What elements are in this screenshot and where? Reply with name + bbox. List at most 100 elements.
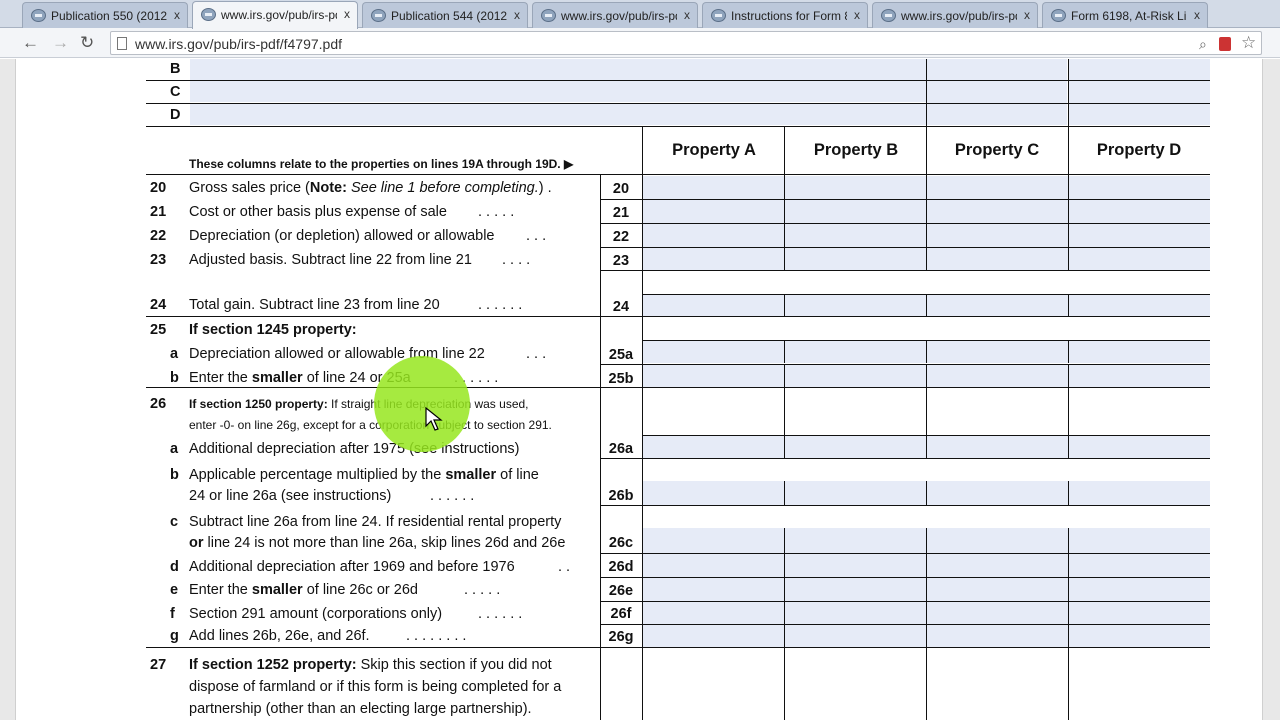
row-gap (643, 459, 1210, 481)
line-26g-label: Add lines 26b, 26e, and 26f. (189, 628, 370, 644)
line-26f-label: Section 291 amount (corporations only) (189, 606, 443, 622)
tab-title: Publication 550 (2012) (51, 9, 167, 23)
close-tab-icon[interactable]: x (684, 8, 690, 22)
close-tab-icon[interactable]: x (174, 8, 180, 22)
rule (926, 59, 927, 126)
field-row-b[interactable] (190, 59, 926, 80)
rule (600, 553, 1210, 554)
cursor-highlight (374, 356, 470, 452)
rule (600, 577, 1210, 578)
box-25a: 25a (608, 347, 634, 363)
leader-dots: . . . . . (464, 582, 501, 598)
leader-dots: . . . (526, 346, 547, 362)
rule (146, 316, 1210, 317)
line-letter-b: B (170, 61, 181, 77)
line-number: 25 (150, 322, 167, 338)
close-tab-icon[interactable]: x (854, 8, 860, 22)
irs-favicon-icon (201, 8, 216, 21)
forward-arrow-icon[interactable]: → (52, 33, 69, 53)
leader-dots: . . . . . . . . (406, 628, 467, 644)
box-26a: 26a (608, 441, 634, 457)
line-27-line3: partnership (other than an electing larg… (189, 701, 532, 717)
bookmark-star-icon[interactable]: ☆ (1241, 33, 1256, 53)
line-26b-post: of line (496, 467, 539, 483)
box-26g: 26g (608, 629, 634, 645)
line-number: 20 (150, 180, 167, 196)
vertical-scrollbar[interactable] (1262, 59, 1280, 720)
leader-dots: . . . . (502, 252, 531, 268)
irs-favicon-icon (541, 9, 556, 22)
line-26b-bold: smaller (445, 467, 497, 483)
address-bar-url[interactable]: www.irs.gov/pub/irs-pdf/f4797.pdf (135, 36, 342, 52)
reload-icon[interactable]: ↻ (80, 33, 94, 53)
irs-favicon-icon (31, 9, 46, 22)
pdf-icon[interactable] (1219, 37, 1231, 51)
leader-dots: . . . . . . (478, 606, 523, 622)
line-number: 22 (150, 228, 167, 244)
row-gap (643, 505, 1210, 528)
rule (643, 435, 1210, 436)
tab-title: www.irs.gov/pub/irs-pdf (901, 9, 1017, 23)
tab-title: Instructions for Form 8 (731, 9, 847, 23)
address-bar[interactable]: www.irs.gov/pub/irs-pdf/f4797.pdf ⌕ ☆ (110, 31, 1262, 55)
close-tab-icon[interactable]: x (344, 7, 350, 21)
line-letter-c: C (170, 84, 181, 100)
zoom-icon[interactable]: ⌕ (1199, 36, 1207, 53)
line-21-label: Cost or other basis plus expense of sale (189, 204, 447, 220)
box-26d: 26d (608, 559, 634, 575)
irs-favicon-icon (371, 9, 386, 22)
mouse-cursor-icon (425, 406, 443, 431)
line-number: 27 (150, 657, 167, 673)
tab-form-6198[interactable]: Form 6198, At-Risk Lim x (1042, 2, 1208, 28)
line-letter: d (170, 559, 179, 575)
tab-irs-pdf-3[interactable]: www.irs.gov/pub/irs-pdf x (872, 2, 1038, 28)
rule (146, 174, 1210, 175)
box-23: 23 (612, 253, 630, 269)
close-tab-icon[interactable]: x (1194, 8, 1200, 22)
leader-dots: . . . (526, 228, 547, 244)
tab-title: Publication 544 (2012) (391, 9, 507, 23)
line-letter: c (170, 514, 179, 530)
rule (643, 294, 1210, 295)
line-26c-line2: or line 24 is not more than line 26a, sk… (189, 535, 565, 551)
line-26d-label: Additional depreciation after 1969 and b… (189, 559, 515, 575)
rule (600, 270, 1210, 271)
field-row-d[interactable] (190, 104, 926, 125)
close-tab-icon[interactable]: x (514, 8, 520, 22)
box-25b: 25b (608, 371, 634, 387)
tab-strip: Publication 550 (2012) x www.irs.gov/pub… (0, 0, 1280, 29)
line-27-line2: dispose of farmland or if this form is b… (189, 679, 562, 695)
line-26a-label: Additional depreciation after 1975 (see … (189, 441, 520, 457)
field-col-d-top[interactable] (1069, 59, 1210, 125)
irs-favicon-icon (881, 9, 896, 22)
tab-irs-pdf-2[interactable]: www.irs.gov/pub/irs-pdf x (532, 2, 698, 28)
box-26c: 26c (608, 535, 634, 551)
tab-title: www.irs.gov/pub/irs-pdf (561, 9, 677, 23)
rule (600, 223, 1210, 224)
pdf-viewer[interactable]: B C D These columns relate to the proper… (0, 59, 1280, 720)
leader-dots: . . . . . . (430, 488, 475, 504)
rule (600, 458, 1210, 459)
line-27-bold: If section 1252 property: (189, 657, 357, 673)
rule (600, 247, 1210, 248)
line-27-rest: Skip this section if you did not (356, 657, 552, 673)
tab-publication-544[interactable]: Publication 544 (2012) x (362, 2, 528, 28)
line-23-label: Adjusted basis. Subtract line 22 from li… (189, 252, 472, 268)
tab-instructions-form[interactable]: Instructions for Form 8 x (702, 2, 868, 28)
line-26-bold: If section 1250 property: (189, 397, 328, 411)
tab-publication-550[interactable]: Publication 550 (2012) x (22, 2, 188, 28)
browser-toolbar: ← → ↻ www.irs.gov/pub/irs-pdf/f4797.pdf … (0, 28, 1280, 58)
tab-f4797-pdf[interactable]: www.irs.gov/pub/irs-pdf x (192, 1, 358, 29)
page-icon (117, 37, 127, 50)
row-gap (643, 271, 1210, 295)
field-row-c[interactable] (190, 81, 926, 102)
close-tab-icon[interactable]: x (1024, 8, 1030, 22)
line-26e-post: of line 26c or 26d (302, 582, 418, 598)
back-arrow-icon[interactable]: ← (22, 33, 39, 53)
line-letter: e (170, 582, 179, 598)
field-col-c-top[interactable] (927, 59, 1067, 125)
property-b-header: Property B (813, 141, 899, 159)
tab-title: www.irs.gov/pub/irs-pdf (221, 8, 337, 22)
line-20-note: Note: (309, 180, 347, 196)
line-20-post: ) . (538, 180, 552, 196)
